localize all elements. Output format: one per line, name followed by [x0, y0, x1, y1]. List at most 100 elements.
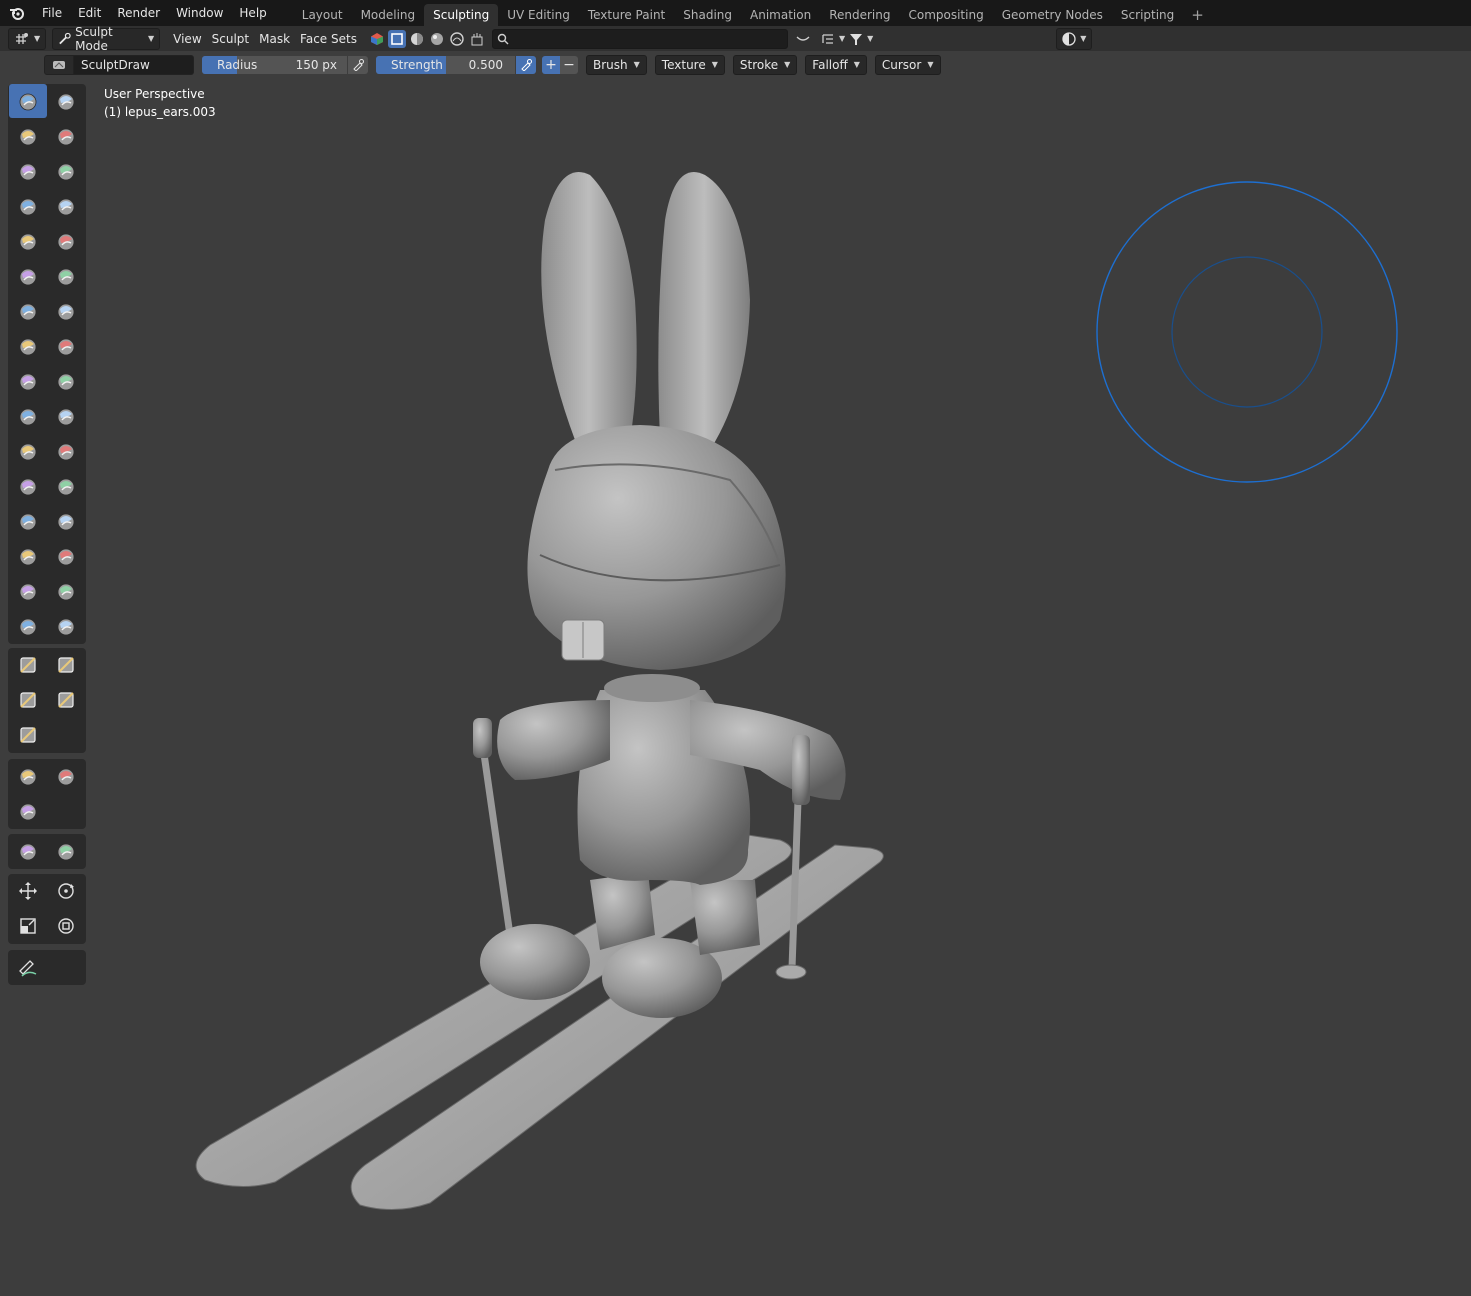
tab-layout[interactable]: Layout: [293, 4, 352, 26]
menu-help[interactable]: Help: [231, 0, 274, 26]
viewport-3d[interactable]: [0, 0, 1471, 1296]
menu-view[interactable]: View: [168, 29, 206, 49]
viewport-shading-options[interactable]: ▼: [1056, 27, 1093, 50]
mask-by-color-icon[interactable]: [47, 834, 85, 868]
multiplane-scrape-icon[interactable]: [47, 294, 85, 328]
falloff-dropdown[interactable]: Falloff ▼: [805, 54, 867, 75]
transform-icon[interactable]: [47, 909, 85, 943]
strength-pressure-button[interactable]: [516, 55, 536, 74]
boundary-icon[interactable]: [47, 469, 85, 503]
tab-texture-paint[interactable]: Texture Paint: [579, 4, 674, 26]
blob-icon[interactable]: [47, 189, 85, 223]
brush-preview-button[interactable]: [44, 54, 74, 75]
tab-sculpting[interactable]: Sculpting: [424, 4, 499, 26]
menu-render[interactable]: Render: [109, 0, 168, 26]
menu-face-sets[interactable]: Face Sets: [295, 29, 362, 49]
direction-add-button[interactable]: +: [542, 55, 560, 74]
draw-icon[interactable]: [9, 84, 47, 118]
rotate-icon[interactable]: [47, 434, 85, 468]
brush-name-field[interactable]: SculptDraw: [74, 54, 194, 75]
menu-file[interactable]: File: [34, 0, 70, 26]
cloth-filter-icon[interactable]: [47, 759, 85, 793]
nudge-icon[interactable]: [9, 434, 47, 468]
clay-icon[interactable]: [9, 119, 47, 153]
scrape-icon[interactable]: [9, 294, 47, 328]
radius-pressure-button[interactable]: [348, 55, 368, 74]
grab-icon[interactable]: [47, 329, 85, 363]
crease-icon[interactable]: [9, 224, 47, 258]
mask-icon[interactable]: [9, 539, 47, 573]
clay-thumb-icon[interactable]: [9, 154, 47, 188]
rotate-transform-icon[interactable]: [47, 874, 85, 908]
tab-shading[interactable]: Shading: [674, 4, 741, 26]
tab-rendering[interactable]: Rendering: [820, 4, 899, 26]
scale-icon[interactable]: [9, 909, 47, 943]
menu-sculpt[interactable]: Sculpt: [207, 29, 254, 49]
tab-modeling[interactable]: Modeling: [352, 4, 425, 26]
texture-dropdown[interactable]: Texture ▼: [654, 54, 725, 75]
box-hide-icon[interactable]: [47, 648, 85, 682]
strength-slider[interactable]: Strength 0.500: [376, 55, 515, 74]
slide-relax-icon[interactable]: [9, 469, 47, 503]
simplify-icon[interactable]: [47, 504, 85, 538]
brush-thumbnail-icon: [53, 60, 65, 69]
multires-displacement-smear-icon[interactable]: [47, 574, 85, 608]
edit-face-set-icon[interactable]: [9, 834, 47, 868]
move-icon[interactable]: [9, 874, 47, 908]
thumb-icon[interactable]: [9, 399, 47, 433]
flatten-icon[interactable]: [9, 259, 47, 293]
fill-icon[interactable]: [47, 259, 85, 293]
add-workspace-button[interactable]: +: [1183, 4, 1212, 26]
multires-displacement-eraser-icon[interactable]: [9, 574, 47, 608]
gesture-tools-group: [8, 648, 86, 753]
pose-icon[interactable]: [47, 399, 85, 433]
wireframe-shading-icon[interactable]: [387, 29, 406, 48]
mode-selector[interactable]: Sculpt Mode ▼: [52, 25, 161, 53]
pinch-icon[interactable]: [9, 329, 47, 363]
snake-hook-icon[interactable]: [47, 364, 85, 398]
elastic-deform-icon[interactable]: [9, 364, 47, 398]
radius-slider[interactable]: Radius 150 px: [202, 55, 347, 74]
cloth-icon[interactable]: [9, 504, 47, 538]
draw-face-sets-icon[interactable]: [47, 539, 85, 573]
bunny-skier-model[interactable]: [195, 172, 884, 1211]
color-filter-icon[interactable]: [9, 794, 47, 828]
box-trim-icon[interactable]: [47, 683, 85, 717]
rendered-shading-icon[interactable]: [448, 30, 466, 48]
annotate-icon[interactable]: [9, 950, 47, 984]
menu-edit[interactable]: Edit: [70, 0, 109, 26]
tab-geometry-nodes[interactable]: Geometry Nodes: [993, 4, 1112, 26]
tab-uv-editing[interactable]: UV Editing: [498, 4, 579, 26]
mesh-filter-icon[interactable]: [9, 759, 47, 793]
solid-shading-icon[interactable]: [408, 30, 426, 48]
menu-mask[interactable]: Mask: [254, 29, 295, 49]
viewport-info: User Perspective (1) lepus_ears.003: [104, 85, 216, 121]
editor-type-button[interactable]: ▼: [8, 27, 47, 50]
smear-icon[interactable]: [47, 609, 85, 643]
filter-options-button[interactable]: ▼ ▼: [816, 29, 878, 49]
line-project-icon[interactable]: [9, 718, 47, 752]
menu-window[interactable]: Window: [168, 0, 231, 26]
search-input[interactable]: [491, 28, 788, 49]
cursor-dropdown[interactable]: Cursor ▼: [874, 54, 941, 75]
brush-dropdown[interactable]: Brush ▼: [586, 54, 647, 75]
material-shading-icon[interactable]: [428, 30, 446, 48]
paint-icon[interactable]: [9, 609, 47, 643]
smooth-icon[interactable]: [47, 224, 85, 258]
box-face-set-icon[interactable]: [9, 683, 47, 717]
gizmo-color-icon[interactable]: [368, 30, 386, 48]
draw-sharp-icon[interactable]: [47, 84, 85, 118]
inflate-icon[interactable]: [9, 189, 47, 223]
layer-icon[interactable]: [47, 154, 85, 188]
chevron-down-icon: ▼: [927, 60, 934, 69]
tab-compositing[interactable]: Compositing: [899, 4, 992, 26]
tab-scripting[interactable]: Scripting: [1112, 4, 1183, 26]
box-mask-icon[interactable]: [9, 648, 47, 682]
blender-logo-icon[interactable]: [0, 0, 34, 26]
stroke-dropdown[interactable]: Stroke ▼: [732, 54, 798, 75]
direction-subtract-button[interactable]: −: [560, 55, 578, 74]
clay-strips-icon[interactable]: [47, 119, 85, 153]
search-options-button[interactable]: [790, 29, 816, 49]
overlay-toggle-icon[interactable]: [468, 30, 486, 48]
tab-animation[interactable]: Animation: [741, 4, 820, 26]
